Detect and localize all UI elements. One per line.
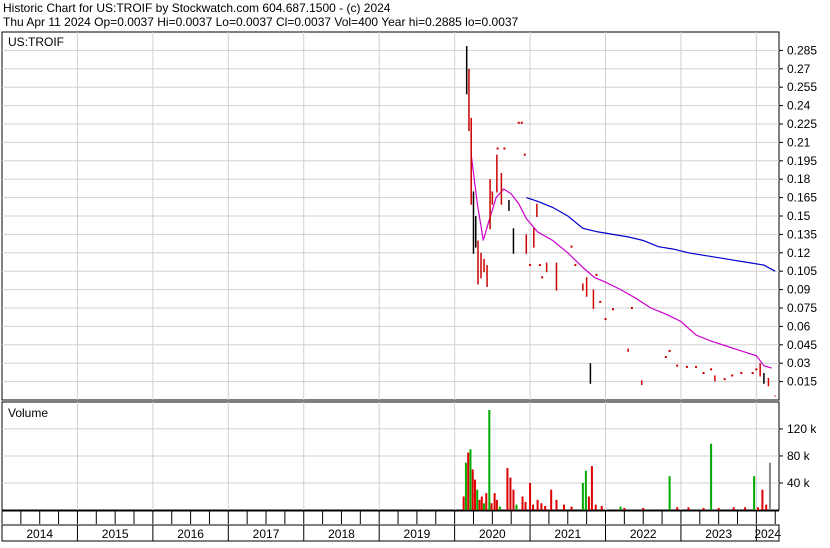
price-dot [755,368,758,371]
price-dot [538,264,541,267]
price-bars [465,46,776,397]
year-label: 2016 [177,527,204,541]
year-label: 2021 [554,527,581,541]
price-dot [604,318,607,321]
price-dot [710,368,713,371]
price-tick-label: 0.165 [787,191,817,205]
year-label: 2018 [328,527,355,541]
price-dot [541,276,544,279]
price-tick-label: 0.06 [787,319,811,333]
short-moving-average [470,154,772,369]
volume-tick-label: 40 k [787,476,811,490]
price-tick-label: 0.045 [787,338,817,352]
year-label: 2020 [479,527,506,541]
price-dot [574,264,577,267]
year-label: 2022 [630,527,657,541]
price-dot [503,147,506,150]
price-tick-label: 0.03 [787,356,811,370]
price-tick-label: 0.21 [787,135,811,149]
grid-lines [1,32,783,541]
year-label: 2024 [754,527,781,541]
price-tick-label: 0.24 [787,99,811,113]
price-dot [751,372,754,375]
price-tick-label: 0.195 [787,154,817,168]
price-dot [702,372,705,375]
price-dot [740,372,743,375]
price-tick-label: 0.255 [787,80,817,94]
price-tick-label: 0.09 [787,283,811,297]
price-dot [676,364,679,367]
price-tick-label: 0.285 [787,43,817,57]
year-label: 2019 [404,527,431,541]
price-dot [599,300,602,303]
price-dot [520,121,523,124]
price-tick-label: 0.105 [787,264,817,278]
price-panel-label: US:TROIF [8,35,64,49]
year-label: 2015 [102,527,129,541]
price-tick-label: 0.135 [787,227,817,241]
price-dot [664,356,667,359]
volume-tick-label: 120 k [787,422,817,436]
year-label: 2017 [253,527,280,541]
price-tick-label: 0.27 [787,62,811,76]
year-label: 2023 [705,527,732,541]
price-dot [630,307,633,309]
volume-bars [462,410,777,510]
year-label: 2014 [26,527,53,541]
stock-chart: 2014 2015 2016 2017 2018 2019 2020 2021 2022 2023… [1,31,817,542]
price-tick-label: 0.015 [787,375,817,389]
price-dot [668,349,671,352]
price-tick-label: 0.225 [787,117,817,131]
price-dot [523,153,526,156]
axis-labels: 2014 2015 2016 2017 2018 2019 2020 2021 2022 2023… [26,43,817,541]
volume-panel-label: Volume [8,406,48,420]
price-dot [695,365,698,368]
chart-area: 2014 2015 2016 2017 2018 2019 2020 2021 2022 2023… [0,0,830,548]
price-tick-label: 0.15 [787,209,811,223]
price-dot [595,273,598,276]
price-tick-label: 0.18 [787,172,811,186]
price-dot [731,374,734,377]
volume-tick-label: 80 k [787,449,811,463]
price-dot [685,365,688,368]
price-dot [517,121,520,124]
price-dot [529,264,532,267]
price-dot [496,147,499,150]
price-dot [723,378,726,381]
price-tick-label: 0.075 [787,301,817,315]
price-tick-label: 0.12 [787,246,811,260]
price-dot [570,245,573,248]
price-dot [612,308,615,311]
moving-averages [470,154,776,369]
